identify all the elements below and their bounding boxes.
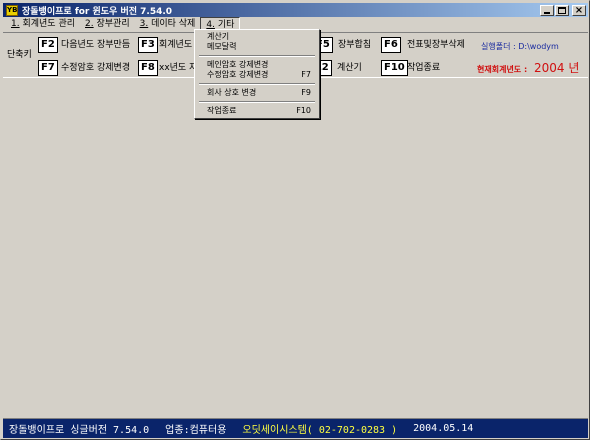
menu-label: 회계년도 관리 — [22, 19, 76, 29]
menu-item-edit-password-reset[interactable]: 수정암호 강제변경 F7 — [197, 70, 317, 80]
app-logo-icon[interactable]: YB — [6, 4, 18, 16]
f6-button[interactable]: F6 — [381, 37, 401, 53]
f7-button[interactable]: F7 — [38, 60, 58, 76]
status-bar: 장돌뱅이프로 싱글버전 7.54.0 업종:컴퓨터용 오딧세이시스템( 02-7… — [3, 418, 588, 438]
title-bar[interactable]: YB 장돌뱅이프로 for 윈도우 버전 7.54.0 × — [3, 3, 588, 17]
menu-data-delete[interactable]: 3. 데이타 삭제 — [135, 17, 201, 31]
etc-dropdown-menu: 계산기 메모달력 메인암호 강제변경 수정암호 강제변경 F7 회사 상호 변경… — [194, 29, 320, 119]
dd-item-label: 메모달력 — [207, 42, 237, 51]
menu-label: 데이타 삭제 — [151, 19, 196, 29]
f2-button[interactable]: F2 — [38, 37, 58, 53]
status-company: 오딧세이시스템( 02-702-0283 ) — [242, 425, 398, 436]
maximize-icon — [558, 6, 566, 14]
f10-button[interactable]: F10 — [381, 60, 408, 76]
menu-item-main-password-reset[interactable]: 메인암호 강제변경 — [197, 60, 317, 70]
f7-label[interactable]: 수정암호 강제변경 — [61, 60, 130, 76]
f3-button[interactable]: F3 — [138, 37, 158, 53]
f2-label[interactable]: 다음년도 장부만듬 — [61, 37, 130, 53]
status-product: 장돌뱅이프로 싱글버전 7.54.0 — [9, 425, 150, 436]
dd-item-label: 작업종료 — [207, 106, 237, 115]
menu-item-exit[interactable]: 작업종료 F10 — [197, 106, 317, 116]
run-folder-text: 실행폴더 : D:\wodym — [481, 42, 559, 51]
menu-fiscal-year[interactable]: 1. 회계년도 관리 — [6, 17, 80, 31]
window-title: 장돌뱅이프로 for 윈도우 버전 7.54.0 — [22, 6, 173, 17]
status-date: 2004.05.14 — [413, 423, 474, 434]
current-fiscal-year: 현재회계년도 : 2004 년 — [477, 60, 579, 78]
f5-label[interactable]: 장부합침 — [338, 37, 371, 53]
dd-item-shortcut: F7 — [301, 70, 311, 79]
dd-item-label: 수정암호 강제변경 — [207, 70, 269, 79]
toolbar-label: 단축키 — [7, 50, 32, 60]
dd-item-shortcut: F10 — [296, 106, 311, 115]
f10-label[interactable]: 작업종료 — [407, 60, 440, 76]
menu-accel: 1. — [11, 19, 20, 29]
menu-accel: 3. — [139, 19, 149, 29]
dd-item-label: 계산기 — [207, 32, 230, 41]
menu-item-company-rename[interactable]: 회사 상호 변경 F9 — [197, 88, 317, 98]
f3-label[interactable]: 회계년도 — [159, 37, 192, 53]
menu-item-calculator[interactable]: 계산기 — [197, 32, 317, 42]
minimize-button[interactable] — [540, 4, 554, 16]
app-window: YB 장돌뱅이프로 for 윈도우 버전 7.54.0 × 1. 회계년도 관리… — [0, 0, 590, 440]
menu-separator — [199, 55, 315, 57]
menu-label: 장부관리 — [96, 19, 130, 29]
close-button[interactable]: × — [572, 4, 586, 16]
dd-item-label: 메인암호 강제변경 — [207, 60, 269, 69]
f8-label[interactable]: xx년도 자 — [159, 60, 197, 76]
menu-ledger[interactable]: 2. 장부관리 — [80, 17, 135, 31]
f12-label[interactable]: 계산기 — [337, 60, 362, 76]
menu-separator — [199, 83, 315, 85]
caption-buttons: × — [539, 4, 586, 16]
minimize-icon — [544, 11, 550, 14]
status-business-type: 업종:컴퓨터용 — [165, 425, 227, 436]
menu-separator — [199, 101, 315, 103]
close-icon: × — [574, 4, 584, 16]
menu-accel: 2. — [85, 19, 94, 29]
workspace-area — [3, 79, 588, 416]
fiscal-year-value: 2004 년 — [534, 61, 580, 75]
menu-item-memo-calendar[interactable]: 메모달력 — [197, 42, 317, 52]
maximize-button[interactable] — [555, 4, 569, 16]
fiscal-year-label: 현재회계년도 : — [477, 65, 528, 74]
f6-label[interactable]: 전표및장부삭제 — [407, 37, 465, 53]
dd-item-label: 회사 상호 변경 — [207, 88, 257, 97]
f8-button[interactable]: F8 — [138, 60, 158, 76]
dd-item-shortcut: F9 — [301, 88, 311, 97]
